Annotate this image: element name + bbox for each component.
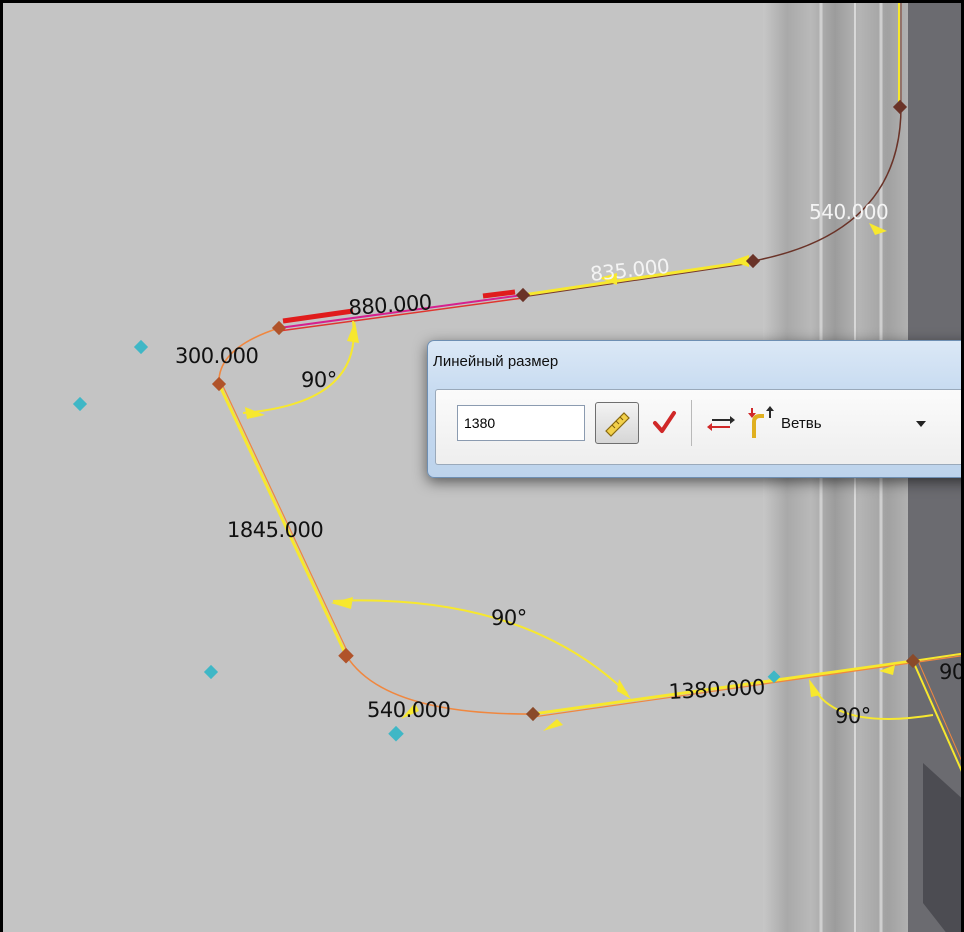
toolbar-separator bbox=[691, 400, 692, 446]
apply-button[interactable] bbox=[647, 403, 681, 443]
dimension-540-top[interactable]: 540.000 bbox=[809, 200, 889, 224]
dimension-880[interactable]: 880.000 bbox=[348, 290, 433, 320]
measure-button[interactable] bbox=[595, 402, 639, 444]
cad-viewport[interactable]: 540.000 835.000 880.000 300.000 90° 1845… bbox=[0, 0, 964, 932]
branch-dropdown-button[interactable] bbox=[906, 406, 936, 440]
linear-dimension-dialog[interactable]: Линейный размер 1380 Ветвь bbox=[427, 340, 961, 478]
dimension-300[interactable]: 300.000 bbox=[175, 344, 259, 368]
dialog-title: Линейный размер bbox=[433, 353, 559, 370]
ruler-icon bbox=[605, 412, 630, 437]
swap-direction-button[interactable] bbox=[704, 404, 738, 442]
angle-label-mid[interactable]: 90° bbox=[491, 606, 527, 630]
branch-label: Ветвь bbox=[781, 415, 822, 432]
dialog-toolbar: 1380 Ветвь bbox=[435, 389, 961, 465]
dimension-540-bottom[interactable]: 540.000 bbox=[367, 698, 451, 722]
branch-icon bbox=[748, 406, 774, 438]
swap-arrows-icon bbox=[707, 416, 735, 431]
dimension-1845[interactable]: 1845.000 bbox=[227, 518, 324, 542]
angle-label-top[interactable]: 90° bbox=[301, 368, 337, 392]
dimension-value-input[interactable]: 1380 bbox=[457, 405, 585, 441]
angle-label-right[interactable]: 90° bbox=[835, 704, 871, 728]
dimension-1380[interactable]: 1380.000 bbox=[668, 675, 765, 704]
dimension-835[interactable]: 835.000 bbox=[589, 254, 670, 286]
angle-label-edge[interactable]: 90 bbox=[939, 660, 964, 684]
checkmark-icon bbox=[653, 411, 676, 433]
chevron-down-icon bbox=[916, 421, 926, 427]
branch-button[interactable]: Ветвь bbox=[742, 402, 852, 444]
